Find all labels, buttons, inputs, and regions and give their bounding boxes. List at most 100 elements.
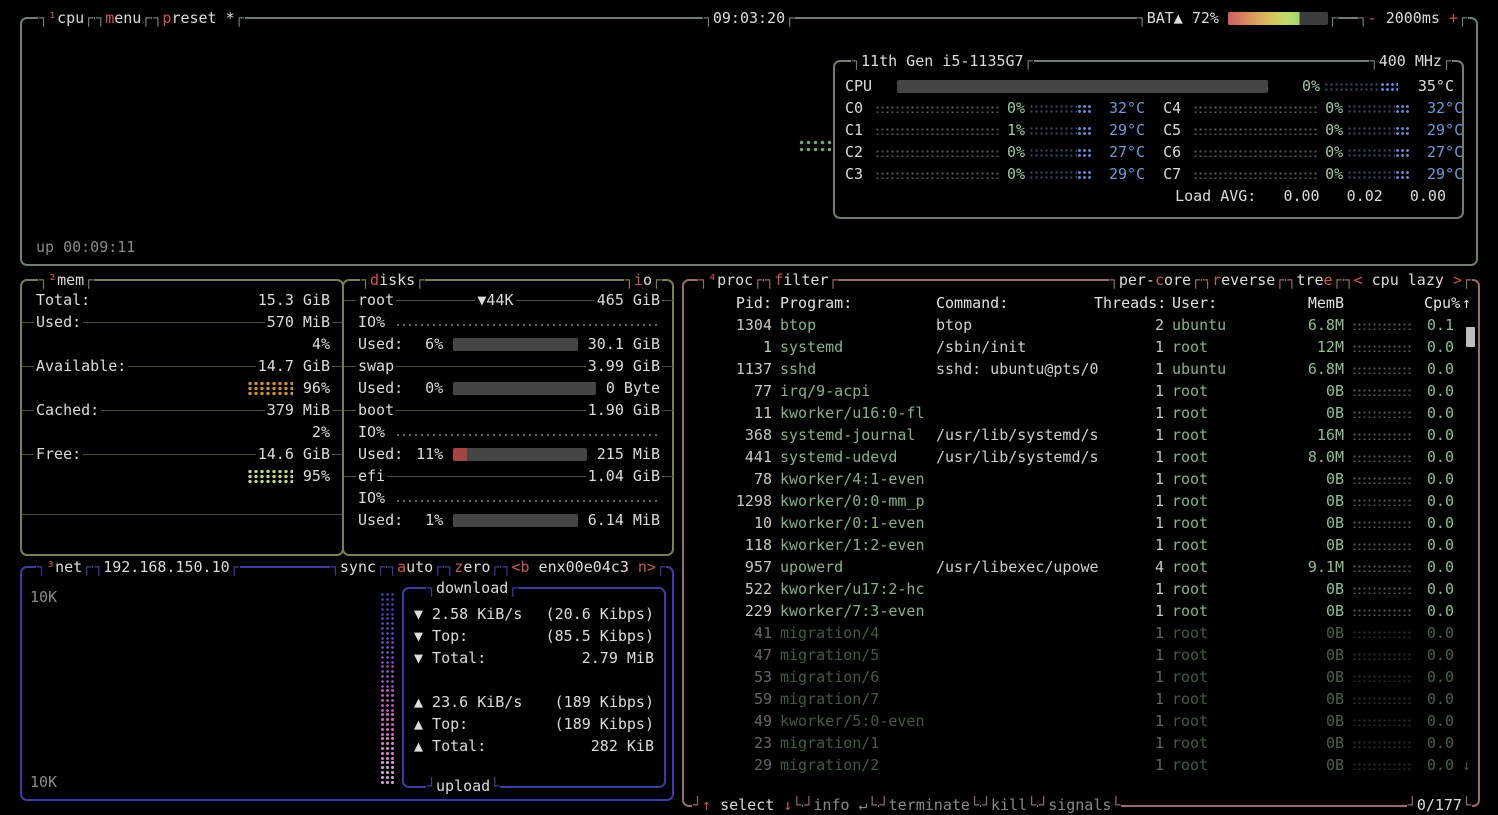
preset-button[interactable]: preset * xyxy=(152,7,244,29)
info-button[interactable]: info ↵ xyxy=(803,794,877,815)
proc-row[interactable]: 229 kworker/7:3-even 1 root 0B 0.0 xyxy=(684,600,1478,622)
refresh-decrease-button[interactable]: - xyxy=(1368,9,1377,27)
disks-panel: disks io root▼44K465 GiB IO% Used:6%30.1… xyxy=(342,279,674,556)
refresh-increase-button[interactable]: + xyxy=(1449,9,1458,27)
col-command[interactable]: Command: xyxy=(936,292,1086,314)
select-button[interactable]: ↑ select ↓ xyxy=(692,794,802,815)
proc-program: kworker/u16:0-fl xyxy=(780,402,928,424)
col-pid[interactable]: Pid: xyxy=(694,292,772,314)
proc-row[interactable]: 53 migration/6 1 root 0B 0.0 xyxy=(684,666,1478,688)
core-usage-percent: 1% xyxy=(1007,119,1029,141)
proc-row[interactable]: 1304 btop btop 2 ubuntu 6.8M 0.1 xyxy=(684,314,1478,336)
scrollbar-thumb[interactable] xyxy=(1466,327,1475,347)
col-user[interactable]: User: xyxy=(1172,292,1272,314)
core-usage-meter xyxy=(1193,104,1319,113)
tab-mem[interactable]: ²mem xyxy=(38,269,94,291)
proc-cpu-percent: 0.0 xyxy=(1424,468,1454,490)
proc-cpu-percent: 0.0 xyxy=(1424,754,1454,776)
proc-row[interactable]: 1298 kworker/0:0-mm_p 1 root 0B 0.0 xyxy=(684,490,1478,512)
proc-mem: 8.0M xyxy=(1280,446,1344,468)
tab-cpu[interactable]: ¹cpu xyxy=(38,7,94,29)
terminate-button[interactable]: terminate xyxy=(879,794,980,815)
proc-percore-button[interactable]: per-core xyxy=(1109,269,1201,291)
proc-user: root xyxy=(1172,600,1272,622)
download-title: download xyxy=(426,577,518,599)
proc-row[interactable]: 41 migration/4 1 root 0B 0.0 xyxy=(684,622,1478,644)
cpu-panel: ¹cpu menu preset * 09:03:20 BAT▲ 72% - 2… xyxy=(20,17,1478,266)
proc-cpu-percent: 0.0 xyxy=(1424,358,1454,380)
proc-row[interactable]: 1 systemd /sbin/init 1 root 12M 0.0 xyxy=(684,336,1478,358)
mem-free-graph xyxy=(247,469,293,484)
proc-command: btop xyxy=(936,314,1086,336)
core-usage-meter xyxy=(1193,170,1319,179)
proc-filter-button[interactable]: filter xyxy=(764,269,838,291)
proc-row[interactable]: 957 upowerd /usr/libexec/upowe 4 root 9.… xyxy=(684,556,1478,578)
disks-title[interactable]: disks xyxy=(360,269,425,291)
proc-mem: 0B xyxy=(1280,688,1344,710)
proc-row[interactable]: 47 migration/5 1 root 0B 0.0 xyxy=(684,644,1478,666)
core-label: C7 xyxy=(1163,163,1193,185)
proc-sort-selector[interactable]: < cpu lazy > xyxy=(1344,269,1472,291)
proc-row[interactable]: 77 irq/9-acpi 1 root 0B 0.0 xyxy=(684,380,1478,402)
proc-table-header[interactable]: Pid: Program: Command: Threads: User: Me… xyxy=(684,292,1478,314)
col-mem[interactable]: MemB xyxy=(1280,292,1344,314)
proc-mem: 0B xyxy=(1280,402,1344,424)
kill-button[interactable]: kill xyxy=(981,794,1037,815)
core-row: C5 0% 29°C xyxy=(1153,119,1471,141)
proc-threads: 1 xyxy=(1094,666,1164,688)
proc-mem: 6.8M xyxy=(1280,358,1344,380)
proc-row[interactable]: 368 systemd-journal /usr/lib/systemd/s 1… xyxy=(684,424,1478,446)
net-zero-button[interactable]: zero xyxy=(444,556,500,578)
proc-cpu-percent: 0.0 xyxy=(1424,666,1454,688)
disk-root-activity: ▼44K xyxy=(475,289,515,311)
menu-button[interactable]: menu xyxy=(95,7,151,29)
proc-row[interactable]: 59 migration/7 1 root 0B 0.0 xyxy=(684,688,1478,710)
col-program[interactable]: Program: xyxy=(780,292,928,314)
tab-proc[interactable]: ⁴proc xyxy=(698,269,763,291)
proc-row[interactable]: 10 kworker/0:1-even 1 root 0B 0.0 xyxy=(684,512,1478,534)
signals-button[interactable]: signals xyxy=(1038,794,1121,815)
proc-reverse-button[interactable]: reverse xyxy=(1202,269,1285,291)
core-usage-meter xyxy=(875,126,1001,135)
proc-cpu-percent: 0.0 xyxy=(1424,402,1454,424)
proc-tree-button[interactable]: tree xyxy=(1286,269,1342,291)
proc-row[interactable]: 78 kworker/4:1-even 1 root 0B 0.0 xyxy=(684,468,1478,490)
mem-used-percent: 4% xyxy=(34,333,332,355)
battery-status: BAT▲ 72% xyxy=(1137,7,1338,29)
io-mode-button[interactable]: io xyxy=(624,269,662,291)
proc-pid: 957 xyxy=(694,556,772,578)
cpu-total-label: CPU xyxy=(845,75,889,97)
proc-row[interactable]: 49 kworker/5:0-even 1 root 0B 0.0 xyxy=(684,710,1478,732)
col-threads[interactable]: Threads: xyxy=(1094,292,1164,314)
proc-pid: 118 xyxy=(694,534,772,556)
core-usage-percent: 0% xyxy=(1325,141,1347,163)
proc-pid: 522 xyxy=(694,578,772,600)
proc-user: root xyxy=(1172,512,1272,534)
proc-row[interactable]: 23 migration/1 1 root 0B 0.0 xyxy=(684,732,1478,754)
net-auto-button[interactable]: auto xyxy=(387,556,443,578)
net-interface-selector[interactable]: <b enx00e04c3 n> xyxy=(501,556,666,578)
proc-pid: 41 xyxy=(694,622,772,644)
net-sync-button[interactable]: sync xyxy=(330,556,386,578)
proc-threads: 1 xyxy=(1094,358,1164,380)
proc-pid: 47 xyxy=(694,644,772,666)
proc-row[interactable]: 11 kworker/u16:0-fl 1 root 0B 0.0 xyxy=(684,402,1478,424)
core-temp: 29°C xyxy=(1093,163,1145,185)
core-column-left: C0 0% 32°C C1 1% 29°C C2 xyxy=(835,97,1153,185)
core-temp: 29°C xyxy=(1093,119,1145,141)
proc-cpu-graph xyxy=(1352,468,1416,490)
proc-threads: 1 xyxy=(1094,710,1164,732)
proc-command: /usr/lib/systemd/s xyxy=(936,424,1086,446)
proc-row[interactable]: 441 systemd-udevd /usr/lib/systemd/s 1 r… xyxy=(684,446,1478,468)
proc-row[interactable]: 1137 sshd sshd: ubuntu@pts/0 1 ubuntu 6.… xyxy=(684,358,1478,380)
proc-program: kworker/4:1-even xyxy=(780,468,928,490)
proc-row[interactable]: 522 kworker/u17:2-hc 1 root 0B 0.0 xyxy=(684,578,1478,600)
proc-threads: 1 xyxy=(1094,336,1164,358)
core-usage-percent: 0% xyxy=(1007,163,1029,185)
proc-row[interactable]: 29 migration/2 1 root 0B 0.0 ↓ xyxy=(684,754,1478,776)
proc-row[interactable]: 118 kworker/1:2-even 1 root 0B 0.0 xyxy=(684,534,1478,556)
tab-net[interactable]: ³net xyxy=(36,556,92,578)
selection-count: 0/177 xyxy=(1407,794,1472,815)
col-cpu[interactable]: Cpu% xyxy=(1424,292,1454,314)
proc-user: root xyxy=(1172,446,1272,468)
